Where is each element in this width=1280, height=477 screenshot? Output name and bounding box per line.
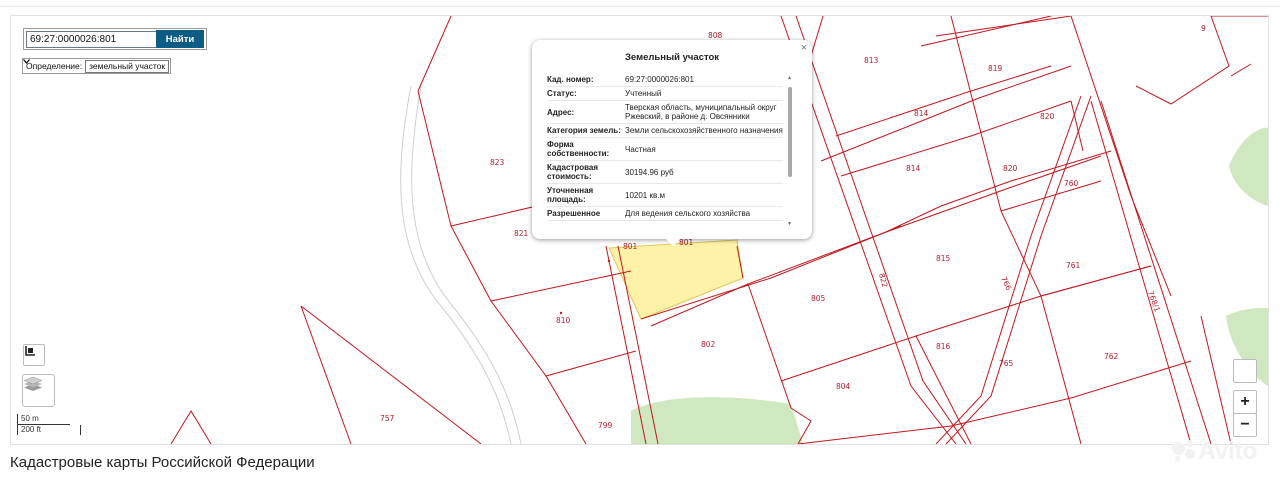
chevron-down-icon (23, 59, 30, 64)
parcel-label: 9 (1201, 24, 1206, 33)
definition-control: Определение: земельный участок (22, 58, 172, 74)
parcel-label: 821 (514, 229, 529, 238)
green-area (1229, 127, 1268, 206)
scrollbar-thumb[interactable] (788, 87, 792, 177)
info-key: Форма собственности: (547, 140, 610, 158)
scale-feet: 200 ft (17, 425, 81, 435)
info-key: Категория земель: (547, 126, 621, 135)
info-key: Уточненная площадь: (547, 186, 594, 204)
definition-label: Определение: (26, 61, 83, 71)
parcel-label: 819 (988, 64, 1003, 73)
info-key: Кадастровая стоимость: (547, 163, 599, 181)
parcel-label: 765 (999, 359, 1014, 368)
definition-select[interactable]: земельный участок (23, 59, 170, 73)
parcel-label: 801 (623, 242, 638, 251)
info-value: 30194.96 руб (625, 167, 674, 177)
fullscreen-button[interactable] (1233, 359, 1257, 383)
info-key: Разрешенное (547, 209, 601, 218)
parcel-label: 816 (936, 342, 951, 351)
measure-button[interactable] (23, 344, 45, 366)
scale-bar: 50 m 200 ft (17, 414, 81, 435)
popup-title: Земельный участок (624, 52, 720, 63)
scroll-up-icon[interactable]: ▲ (787, 75, 792, 81)
parcel-point (607, 259, 611, 263)
scroll-down-icon[interactable]: ▼ (787, 221, 792, 227)
parcel-label: 761 (1066, 261, 1081, 270)
info-value: 10201 кв.м (625, 190, 665, 200)
parcel-label: 802 (701, 340, 716, 349)
popup-pointer (666, 239, 680, 246)
parcel-label: 820 (1040, 112, 1055, 121)
info-value: Частная (625, 144, 656, 154)
definition-selected-value: земельный участок (89, 60, 166, 71)
layers-icon (23, 376, 43, 391)
cadastral-map[interactable]: 9 808 813 819 820 814 814 820 760 823 82… (10, 15, 1269, 445)
parcel-label: 808 (708, 31, 723, 40)
parcel-label: 822 (877, 272, 889, 288)
info-value: Для ведения сельского хозяйства (625, 209, 751, 218)
zoom-in-button[interactable]: + (1233, 390, 1257, 414)
info-row: Категория земель: Земли сельскохозяйствен… (547, 124, 783, 138)
search-input[interactable] (26, 31, 158, 48)
selected-parcel-801[interactable] (608, 239, 744, 320)
popup-info-table: Кад. номер: 69:27:0000026:801 Статус: Учте… (547, 73, 783, 231)
cadastral-search: Найти (23, 28, 207, 50)
info-value: Учтенный (625, 89, 662, 98)
parcel-label: 799 (598, 421, 613, 430)
info-row: Форма собственности: Частная (547, 138, 783, 161)
info-row: Адрес: Тверская область, муниципальный ок… (547, 101, 783, 124)
road-lines (400, 85, 522, 444)
parcel-info-popup: × Земельный участок Кад. номер: 69:27:000… (532, 40, 812, 246)
parcel-label: 815 (936, 254, 951, 263)
parcel-label: 766 (999, 275, 1013, 292)
avito-logo-icon (1172, 439, 1196, 464)
info-row: Кад. номер: 69:27:0000026:801 (547, 73, 783, 87)
info-value: 69:27:0000026:801 (625, 75, 694, 84)
top-divider (0, 6, 1280, 7)
parcel-label: 810 (556, 316, 571, 325)
popup-scrollbar[interactable]: ▲ ▼ (787, 75, 793, 227)
page-caption: Кадастровые карты Российской Федерации (10, 454, 315, 471)
find-button[interactable]: Найти (156, 30, 204, 48)
parcel-label: 813 (864, 56, 879, 65)
info-row: Кадастровая стоимость: 30194.96 руб (547, 161, 783, 184)
parcel-label: 823 (490, 158, 505, 167)
info-row: Уточненная площадь: 10201 кв.м (547, 184, 783, 207)
parcel-label: 762 (1104, 352, 1119, 361)
parcel-label: 814 (914, 109, 929, 118)
avito-wordmark: Avito (1198, 437, 1258, 465)
zoom-out-button[interactable]: − (1233, 413, 1257, 437)
info-key: Кад. номер: (547, 75, 594, 84)
parcel-label: 805 (811, 294, 826, 303)
info-row: Статус: Учтенный (547, 87, 783, 101)
ruler-icon (25, 346, 35, 356)
parcel-label: 801 (679, 238, 694, 247)
info-key: Статус: (547, 89, 577, 98)
info-key: Адрес: (547, 107, 575, 117)
parcel-point (559, 311, 563, 315)
info-value: Тверская область, муниципальный округ Рж… (625, 103, 777, 121)
scale-meters: 50 m (17, 414, 70, 425)
parcel-label: 768/1 (1146, 290, 1162, 314)
avito-watermark: Avito (1172, 437, 1258, 466)
info-row: Разрешенное Для ведения сельского хозяйст… (547, 207, 783, 221)
parcel-label: 760 (1064, 179, 1079, 188)
parcel-label: 814 (906, 164, 921, 173)
parcel-label: 757 (380, 414, 395, 423)
layers-button[interactable] (22, 374, 55, 407)
parcel-label: 804 (836, 382, 851, 391)
info-value: Земли сельскохозяйственного назначения (625, 126, 783, 135)
parcel-label: 820 (1003, 164, 1018, 173)
